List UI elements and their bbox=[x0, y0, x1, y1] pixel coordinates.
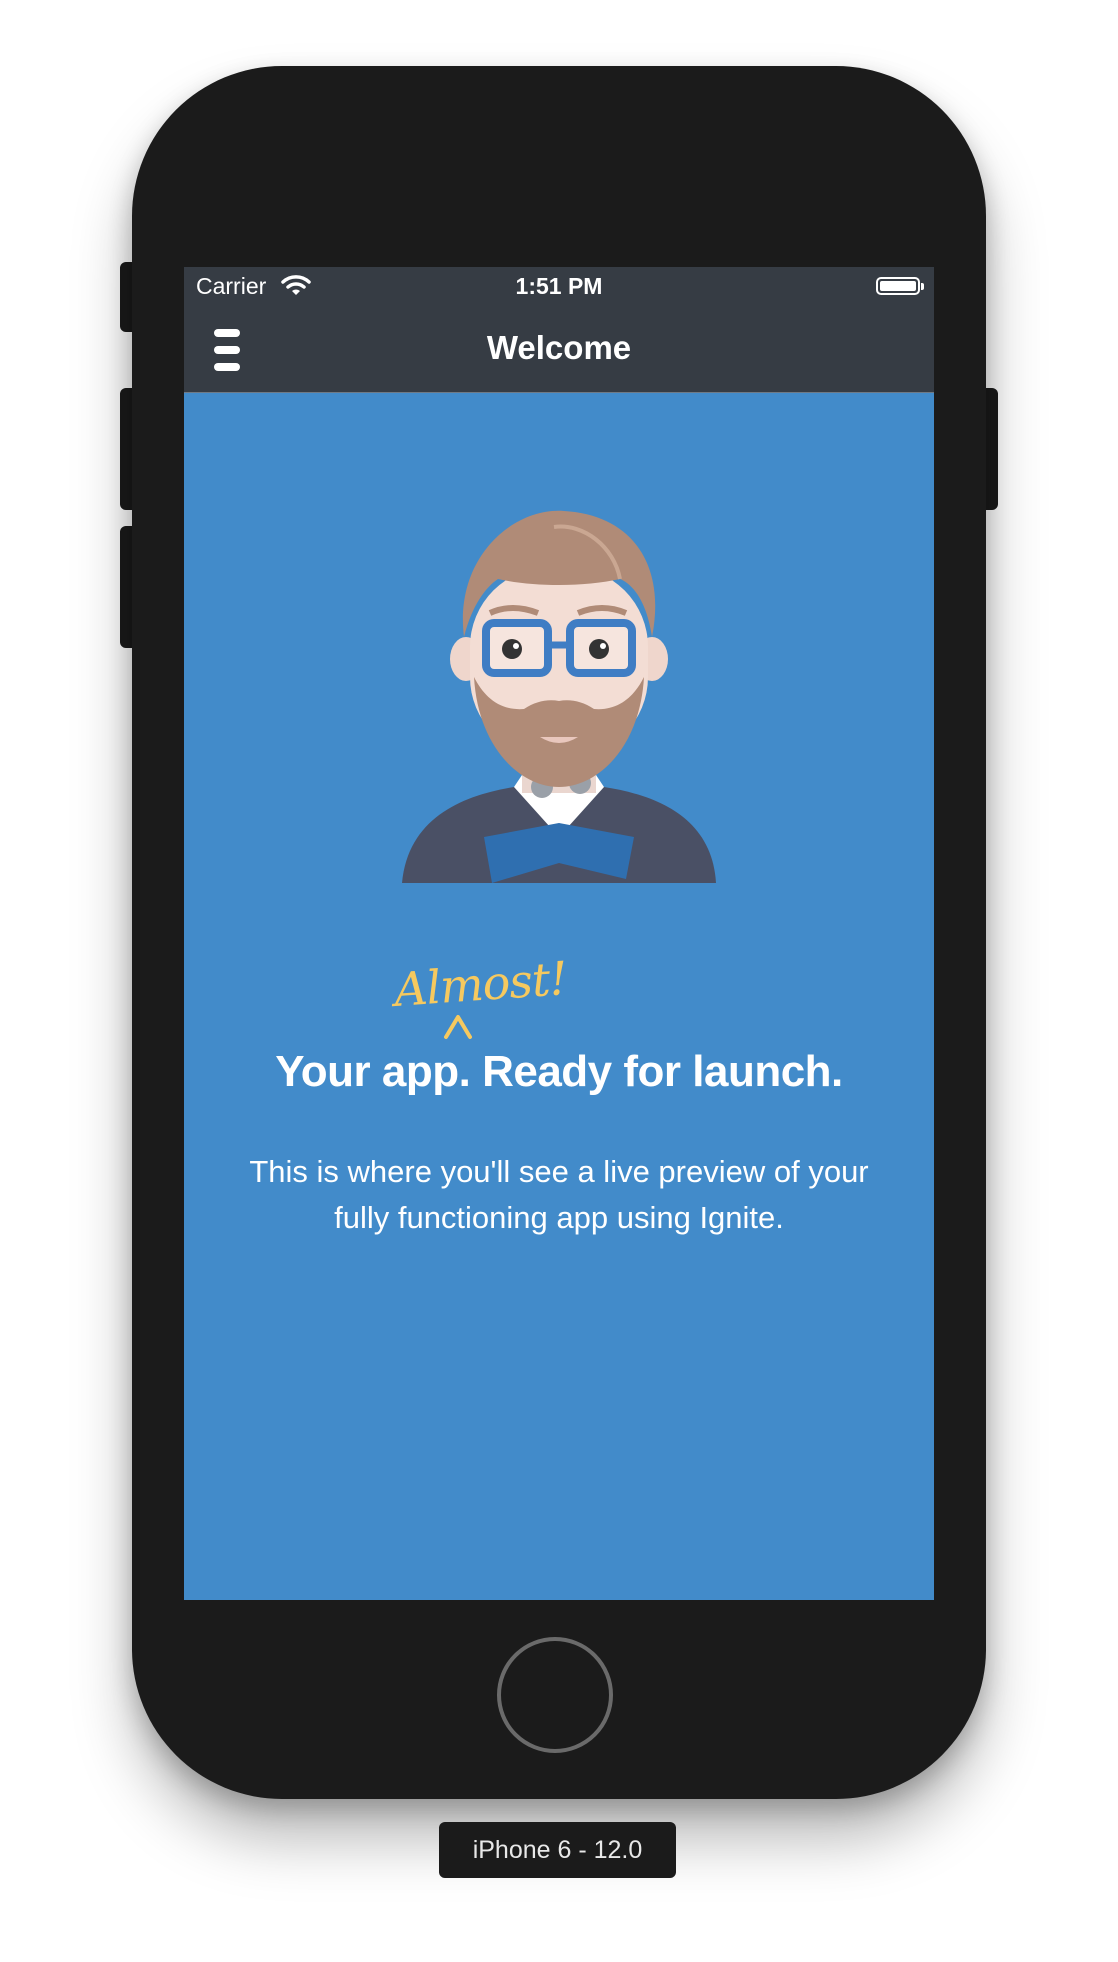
caret-mark-icon bbox=[444, 1015, 472, 1039]
headline: Your app. Ready for launch. bbox=[275, 1047, 843, 1096]
home-button[interactable] bbox=[497, 1637, 613, 1753]
battery-icon bbox=[876, 277, 924, 295]
almost-annotation: Almost! bbox=[392, 951, 569, 1017]
status-bar: Carrier 1:51 PM bbox=[184, 267, 934, 307]
app-screen: Carrier 1:51 PM Welcome Almost! Your app… bbox=[184, 267, 934, 1600]
simulator-device-label: iPhone 6 - 12.0 bbox=[439, 1822, 676, 1878]
navigation-bar: Welcome bbox=[184, 307, 934, 393]
description-text: This is where you'll see a live preview … bbox=[249, 1154, 869, 1235]
battery-nub bbox=[921, 283, 924, 290]
status-time: 1:51 PM bbox=[515, 273, 603, 299]
battery-fill bbox=[880, 281, 916, 291]
page-title: Welcome bbox=[486, 329, 632, 366]
ignite-developer-avatar-illustration bbox=[402, 510, 716, 883]
